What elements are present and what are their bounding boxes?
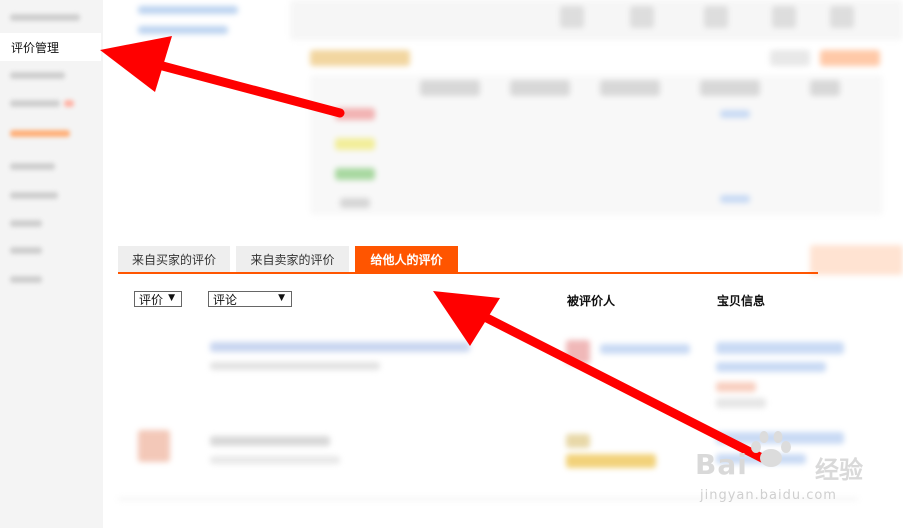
baidu-jingyan-watermark: Bai 经验 jingyan.baidu.com xyxy=(695,430,895,510)
watermark-brand-suffix: 经验 xyxy=(815,456,863,484)
watermark-url: jingyan.baidu.com xyxy=(700,488,837,503)
arrow-to-sidebar-icon xyxy=(100,36,345,118)
watermark-brand: Bai xyxy=(695,448,748,481)
paw-logo-icon xyxy=(751,431,791,467)
